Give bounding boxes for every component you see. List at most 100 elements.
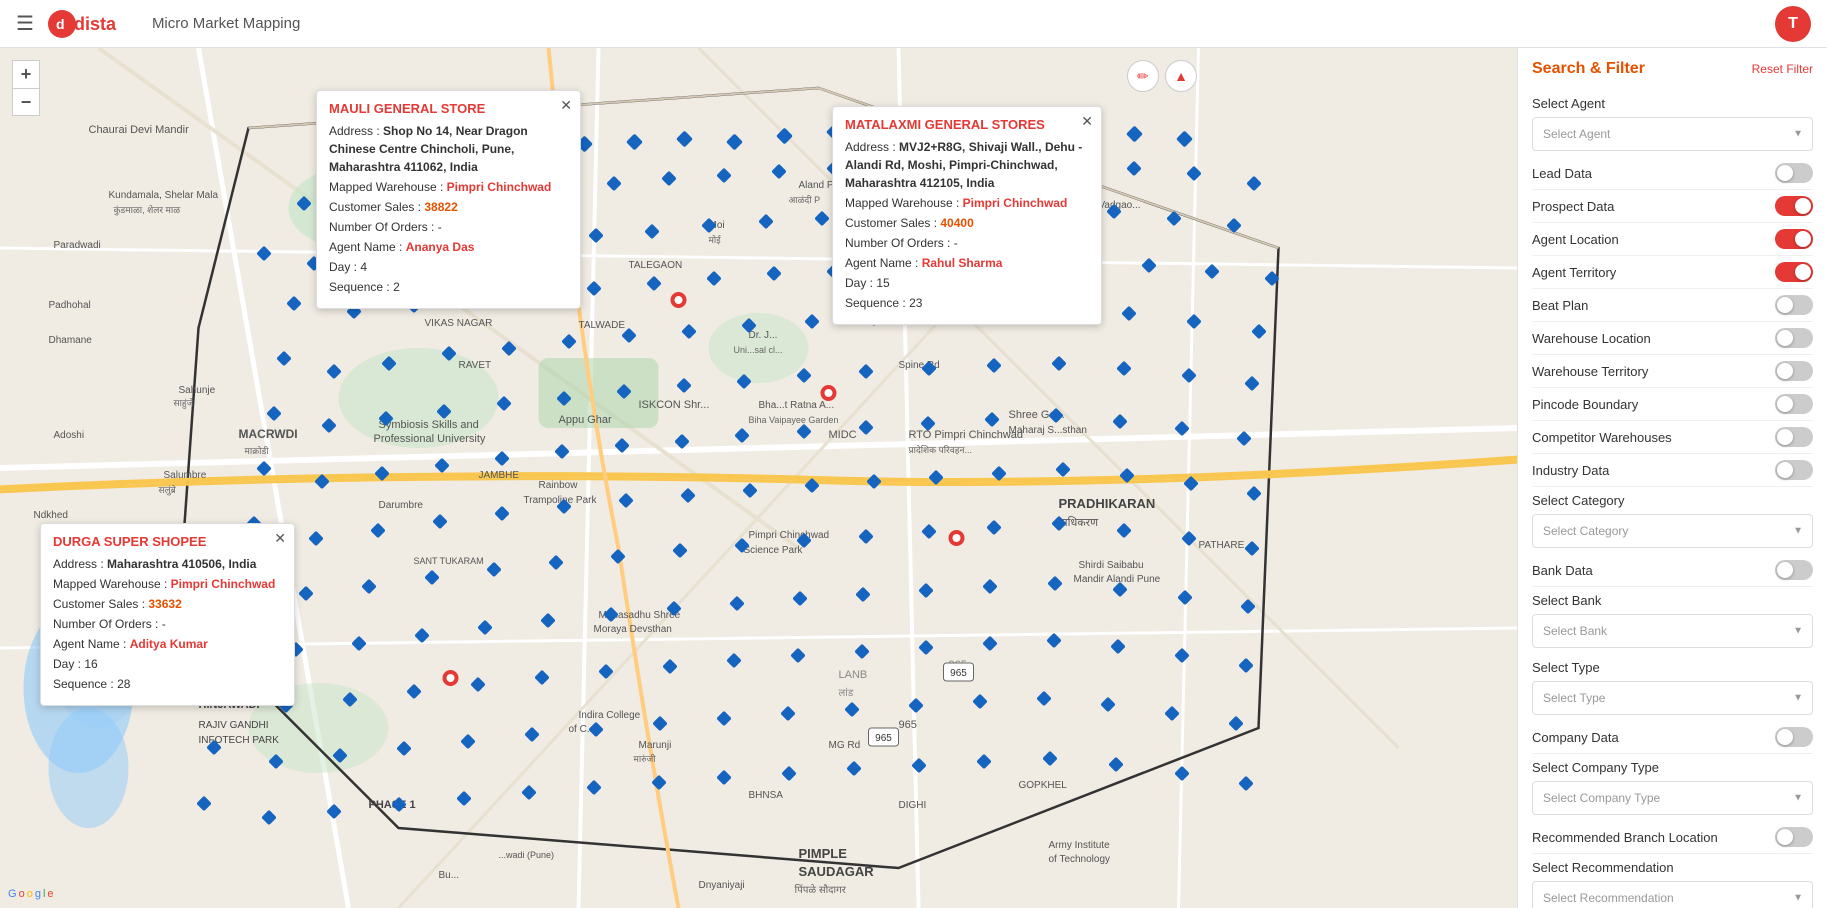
warehouse-location-label: Warehouse Location (1532, 331, 1651, 346)
popup-address-durga: Address : Maharashtra 410506, India (53, 555, 282, 573)
warehouse-territory-toggle[interactable] (1775, 361, 1813, 381)
popup-close-mauli[interactable]: ✕ (560, 97, 572, 114)
select-category-label: Select Category (1532, 487, 1813, 510)
svg-text:कुंडमाळा, शेलर माळ: कुंडमाळा, शेलर माळ (113, 204, 180, 216)
popup-durga: ✕ DURGA SUPER SHOPEE Address : Maharasht… (40, 523, 295, 706)
zoom-out-button[interactable]: − (12, 88, 40, 116)
sidebar-header: Search & Filter Reset Filter (1532, 60, 1813, 78)
select-company-type-input[interactable]: Select Company Type (1532, 781, 1813, 815)
svg-text:Pimpri Chinchwad: Pimpri Chinchwad (749, 530, 830, 541)
agent-location-label: Agent Location (1532, 232, 1619, 247)
svg-text:965: 965 (899, 719, 917, 731)
popup-close-matalaxmi[interactable]: ✕ (1081, 113, 1093, 130)
industry-data-label: Industry Data (1532, 463, 1609, 478)
filter-beat-plan: Beat Plan (1532, 289, 1813, 322)
prospect-data-label: Prospect Data (1532, 199, 1614, 214)
select-agent-input[interactable]: Select Agent (1532, 117, 1813, 151)
select-type-wrapper: Select Type ▼ (1532, 681, 1813, 715)
popup-address-matalaxmi: Address : MVJ2+R8G, Shivaji Wall., Dehu … (845, 138, 1089, 192)
agent-location-knob (1795, 231, 1811, 247)
svg-text:PRADHIKARAN: PRADHIKARAN (1059, 496, 1156, 511)
svg-text:PATHARE: PATHARE (1199, 540, 1245, 551)
lead-data-knob (1777, 165, 1793, 181)
select-bank-label: Select Bank (1532, 587, 1813, 610)
popup-orders-durga: Number Of Orders : - (53, 615, 282, 633)
svg-text:Rainbow: Rainbow (539, 480, 579, 491)
select-bank-input[interactable]: Select Bank (1532, 614, 1813, 648)
filter-warehouse-territory: Warehouse Territory (1532, 355, 1813, 388)
svg-text:MIDC: MIDC (829, 429, 857, 441)
svg-text:GOPKHEL: GOPKHEL (1019, 780, 1068, 791)
warehouse-location-toggle[interactable] (1775, 328, 1813, 348)
svg-text:of Technology: of Technology (1049, 854, 1111, 865)
filter-prospect-data: Prospect Data (1532, 190, 1813, 223)
popup-seq-mauli: Sequence : 2 (329, 278, 568, 296)
popup-orders-mauli: Number Of Orders : - (329, 218, 568, 236)
prospect-data-toggle[interactable] (1775, 196, 1813, 216)
zoom-in-button[interactable]: + (12, 60, 40, 88)
expand-icon: ▲ (1174, 68, 1188, 84)
lead-data-label: Lead Data (1532, 166, 1592, 181)
select-company-type-label: Select Company Type (1532, 754, 1813, 777)
svg-text:TALWADE: TALWADE (579, 320, 626, 331)
bank-data-toggle-container (1775, 560, 1813, 580)
popup-address-mauli: Address : Shop No 14, Near Dragon Chines… (329, 122, 568, 176)
warehouse-territory-label: Warehouse Territory (1532, 364, 1648, 379)
svg-text:मारुंजी: मारुंजी (634, 753, 657, 764)
svg-text:JAMBHE: JAMBHE (479, 470, 520, 481)
industry-data-toggle[interactable] (1775, 460, 1813, 480)
recommended-branch-toggle[interactable] (1775, 827, 1813, 847)
google-logo: Google (8, 888, 54, 900)
svg-text:MACRWDI: MACRWDI (239, 427, 298, 441)
logo: d dista (46, 8, 136, 40)
reset-filter-button[interactable]: Reset Filter (1752, 62, 1813, 76)
agent-territory-toggle[interactable] (1775, 262, 1813, 282)
map-container[interactable]: Chaurai Devi Mandir Kundamala, Shelar Ma… (0, 48, 1517, 908)
edit-map-button[interactable]: ✏ (1127, 60, 1159, 92)
avatar[interactable]: T (1775, 6, 1811, 42)
select-category-input[interactable]: Select Category (1532, 514, 1813, 548)
svg-text:लांड: लांड (839, 687, 854, 699)
popup-close-durga[interactable]: ✕ (274, 530, 286, 547)
lead-data-toggle[interactable] (1775, 163, 1813, 183)
svg-text:Darumbre: Darumbre (379, 500, 424, 511)
industry-data-toggle-container (1775, 460, 1813, 480)
svg-text:BHNSA: BHNSA (749, 790, 784, 801)
svg-text:आळंदी P: आळंदी P (789, 194, 821, 205)
warehouse-territory-knob (1777, 363, 1793, 379)
agent-location-toggle-container (1775, 229, 1813, 249)
pincode-boundary-knob (1777, 396, 1793, 412)
bank-data-toggle[interactable] (1775, 560, 1813, 580)
beat-plan-toggle[interactable] (1775, 295, 1813, 315)
select-recommendation-input[interactable]: Select Recommendation (1532, 881, 1813, 908)
expand-map-button[interactable]: ▲ (1165, 60, 1197, 92)
svg-text:पिंपळे सौदागर: पिंपळे सौदागर (795, 884, 847, 896)
svg-text:Bu...: Bu... (439, 870, 460, 881)
popup-agent-mauli: Agent Name : Ananya Das (329, 238, 568, 256)
company-data-toggle-container (1775, 727, 1813, 747)
select-agent-wrapper: Select Agent ▼ (1532, 117, 1813, 151)
popup-agent-durga: Agent Name : Aditya Kumar (53, 635, 282, 653)
menu-icon[interactable]: ☰ (16, 11, 34, 36)
agent-location-toggle[interactable] (1775, 229, 1813, 249)
svg-text:PIMPLE: PIMPLE (799, 846, 848, 861)
pincode-boundary-label: Pincode Boundary (1532, 397, 1638, 412)
svg-text:साहुंजे: साहुंजे (174, 397, 194, 409)
competitor-warehouses-label: Competitor Warehouses (1532, 430, 1672, 445)
filter-lead-data: Lead Data (1532, 157, 1813, 190)
pencil-icon: ✏ (1137, 68, 1149, 85)
svg-text:Shirdi Saibabu: Shirdi Saibabu (1079, 560, 1144, 571)
svg-text:Aland P: Aland P (799, 180, 834, 191)
popup-day-durga: Day : 16 (53, 655, 282, 673)
svg-text:Marunji: Marunji (639, 740, 672, 751)
recommended-branch-toggle-container (1775, 827, 1813, 847)
map-toolbar: ✏ ▲ (1127, 60, 1197, 92)
svg-text:Ndkhed: Ndkhed (34, 510, 68, 521)
svg-text:d: d (56, 16, 65, 32)
svg-text:Appu Ghar: Appu Ghar (559, 414, 613, 426)
select-type-input[interactable]: Select Type (1532, 681, 1813, 715)
competitor-warehouses-toggle[interactable] (1775, 427, 1813, 447)
svg-text:...wadi (Pune): ...wadi (Pune) (499, 850, 555, 860)
company-data-toggle[interactable] (1775, 727, 1813, 747)
pincode-boundary-toggle[interactable] (1775, 394, 1813, 414)
